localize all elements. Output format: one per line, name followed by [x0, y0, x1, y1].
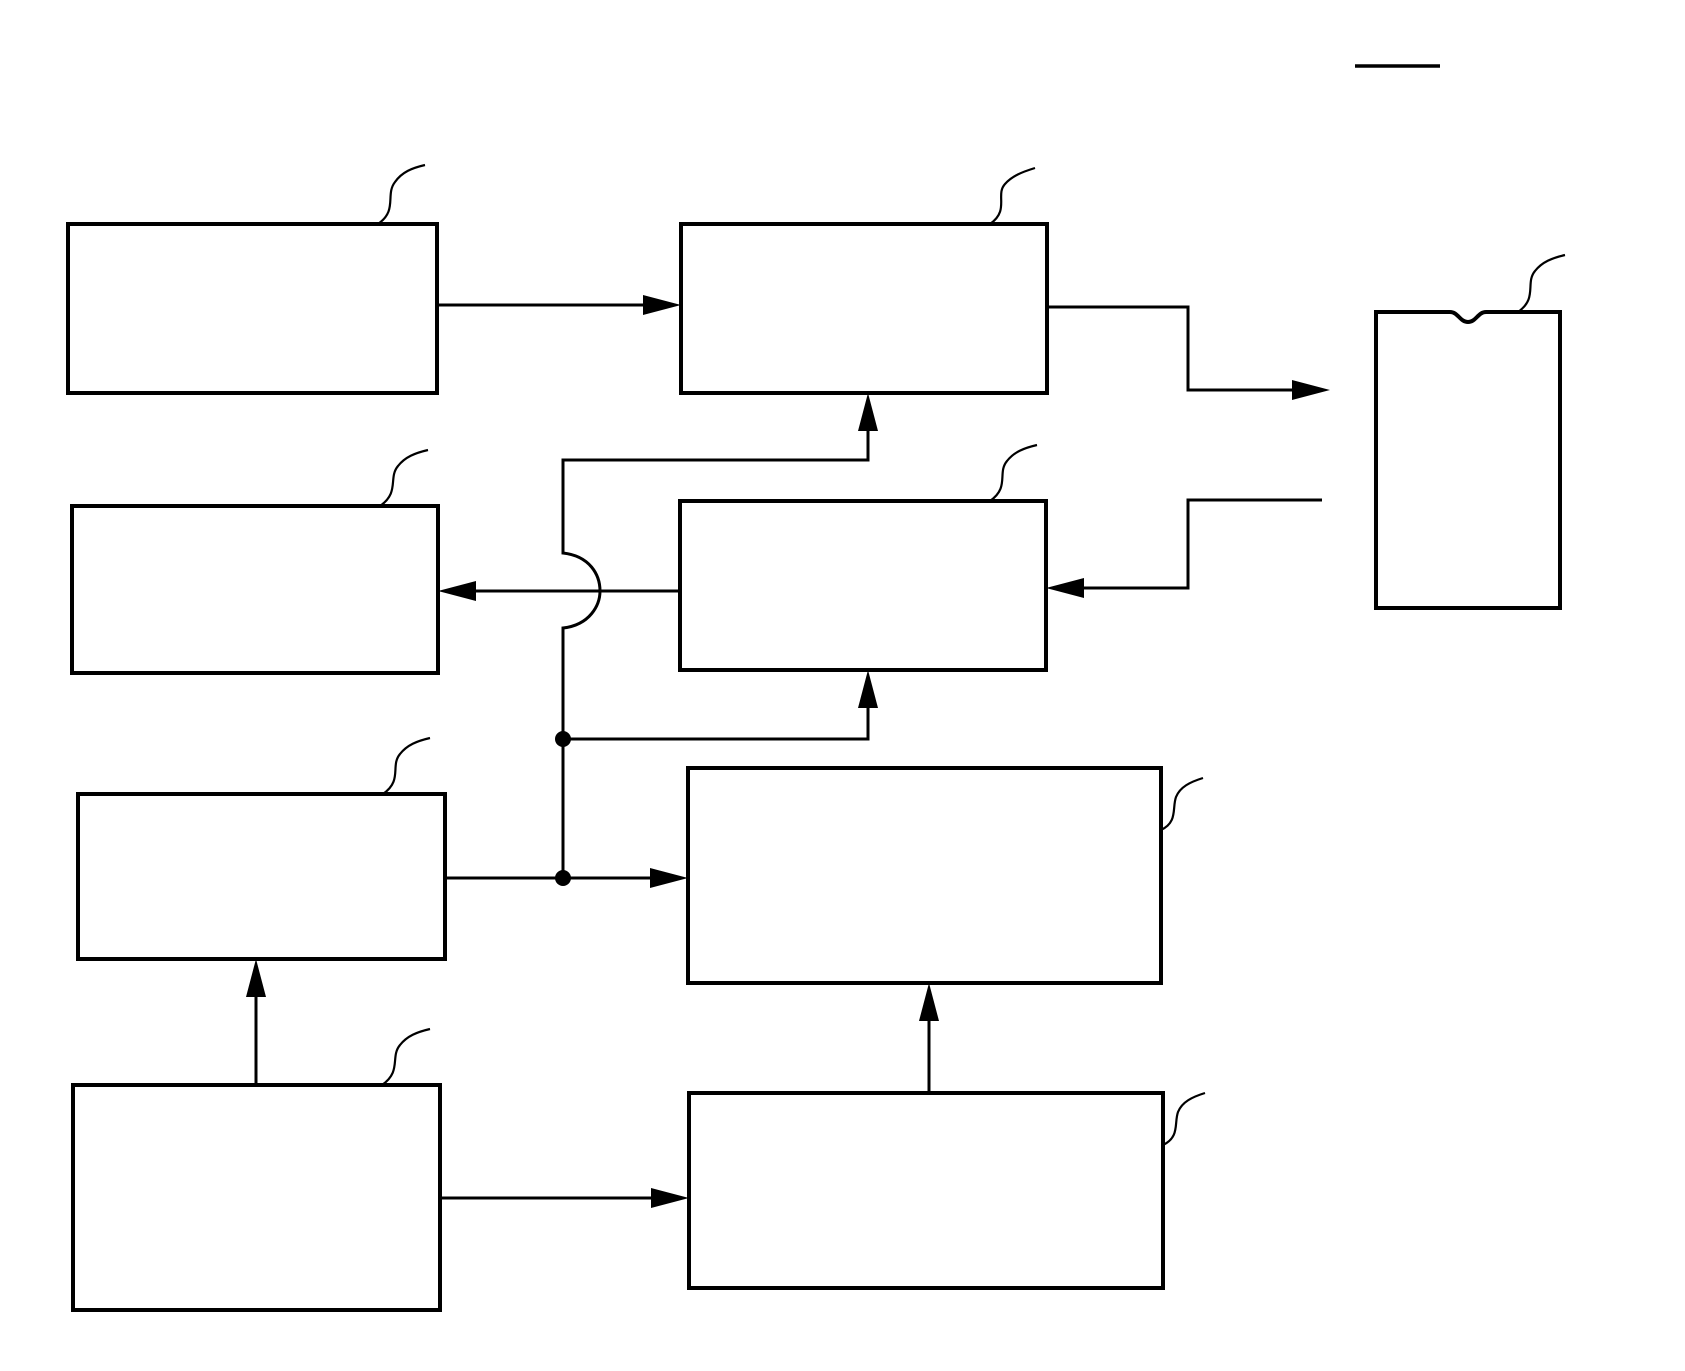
wire-timing-to-comparing: [563, 690, 870, 741]
block-timing-clock-generating: [76, 736, 447, 961]
ref-leader: [377, 163, 426, 225]
block-shift-clock-generating: [687, 1091, 1206, 1290]
block-phase-comparing: [686, 766, 1204, 985]
block-judging: [70, 448, 440, 675]
dut-body: [1374, 310, 1562, 610]
ref-leader: [989, 166, 1036, 225]
junction-dot: [555, 870, 571, 886]
arrowhead: [1046, 578, 1084, 598]
block-pattern-generating: [66, 163, 439, 395]
arrowhead: [858, 670, 878, 708]
ref-leader: [1162, 1091, 1206, 1146]
connections: [246, 295, 1330, 1208]
arrowhead: [1292, 380, 1330, 400]
arrowhead: [438, 581, 476, 601]
ref-leader: [1160, 776, 1204, 831]
ref-leader: [379, 448, 429, 507]
ref-leader: [381, 1027, 431, 1086]
wire-dut-to-comparing: [1066, 498, 1322, 590]
ref-leader: [989, 443, 1038, 502]
arrowhead: [650, 868, 688, 888]
block-comparing: [678, 443, 1048, 672]
arrowhead: [858, 393, 878, 431]
arrowhead: [919, 983, 939, 1021]
arrowhead: [246, 959, 266, 997]
ref-leader: [1517, 253, 1566, 313]
arrowhead: [643, 295, 681, 315]
arrowhead: [651, 1188, 689, 1208]
block-diagram: [66, 64, 1566, 1312]
dut-chip: [1374, 253, 1566, 610]
junction-dot: [555, 731, 571, 747]
block-waveform-shaping: [679, 166, 1049, 395]
ref-leader: [382, 736, 431, 795]
wire-waveform-to-dut: [1047, 305, 1310, 392]
